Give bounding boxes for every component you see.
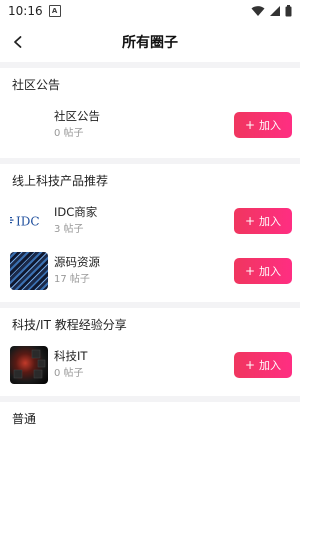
circle-name: 源码资源 [54, 255, 100, 269]
plus-icon: + [244, 214, 256, 228]
chevron-left-icon [14, 36, 22, 48]
section-title: 线上科技产品推荐 [12, 173, 109, 188]
list-item[interactable]: 科技IT 0 帖子 + 加入 [0, 340, 300, 390]
join-label: 加入 [259, 265, 282, 278]
join-label: 加入 [259, 215, 282, 228]
section-title: 科技/IT 教程经验分享 [12, 317, 127, 332]
plus-icon: + [244, 264, 256, 278]
signal-icon [270, 6, 280, 16]
wifi-icon [251, 6, 265, 16]
circle-name: 科技IT [54, 349, 88, 363]
notification-icon: A [48, 5, 61, 17]
plus-icon: + [244, 118, 256, 132]
list-item[interactable]: 源码资源 17 帖子 + 加入 [0, 246, 300, 296]
status-time: 10:16 [8, 4, 43, 18]
circle-name: IDC商家 [54, 205, 98, 219]
back-button[interactable] [6, 30, 30, 54]
circle-name: 社区公告 [54, 109, 100, 123]
tech-image [10, 346, 48, 384]
section-tech-tutorials: 科技/IT 教程经验分享 科技IT 0 帖子 + 加入 [0, 308, 300, 390]
section-community-notice: 社区公告 社区公告 0 帖子 + 加入 [0, 68, 300, 150]
join-label: 加入 [259, 359, 282, 372]
list-item[interactable]: IDC IDC商家 3 帖子 + 加入 [0, 196, 300, 246]
status-bar: 10:16 A [0, 0, 300, 22]
list-item[interactable]: 社区公告 0 帖子 + 加入 [0, 100, 300, 150]
join-button[interactable]: + 加入 [234, 112, 292, 138]
section-title: 普通 [12, 411, 37, 426]
idc-logo: IDC [10, 202, 48, 240]
post-count: 0 帖子 [54, 128, 84, 139]
section-title: 社区公告 [12, 77, 61, 92]
post-count: 0 帖子 [54, 368, 84, 379]
code-image [10, 252, 48, 290]
circle-thumbnail [10, 106, 48, 144]
join-button[interactable]: + 加入 [234, 352, 292, 378]
idc-logo-text: IDC [16, 215, 40, 229]
page-title: 所有圈子 [122, 35, 178, 51]
post-count: 3 帖子 [54, 224, 84, 235]
post-count: 17 帖子 [54, 274, 90, 285]
battery-icon [285, 5, 292, 17]
section-tech-products: 线上科技产品推荐 IDC IDC商家 3 帖子 + 加入 源码资源 17 帖子 … [0, 164, 300, 296]
join-button[interactable]: + 加入 [234, 208, 292, 234]
plus-icon: + [244, 358, 256, 372]
join-label: 加入 [259, 119, 282, 132]
join-button[interactable]: + 加入 [234, 258, 292, 284]
section-general: 普通 [0, 402, 300, 434]
app-bar: 所有圈子 [0, 22, 300, 62]
